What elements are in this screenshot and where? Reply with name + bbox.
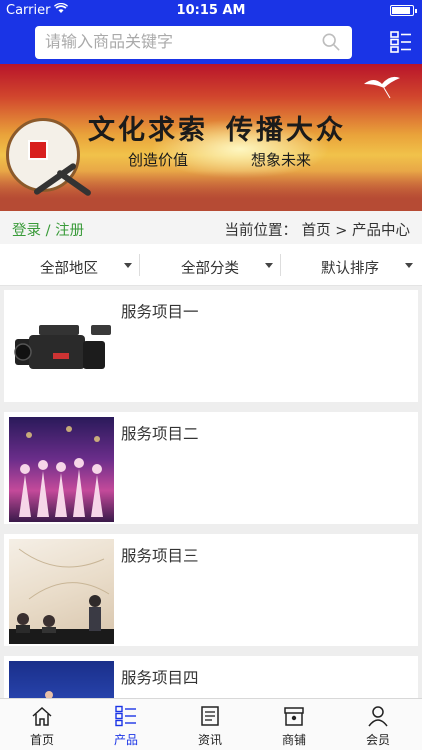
banner-subtitle-left: 创造价值 <box>128 151 189 169</box>
tab-label: 资讯 <box>197 733 222 747</box>
tab-label: 首页 <box>29 733 54 747</box>
product-name: 服务项目三 <box>121 547 199 565</box>
tab-news[interactable]: 资讯 <box>168 699 252 750</box>
list-item[interactable]: 服务项目二 <box>4 412 418 524</box>
list-icon <box>115 705 136 727</box>
status-bar: Carrier 10:15 AM <box>0 0 422 22</box>
top-header: Carrier 10:15 AM <box>0 0 422 64</box>
caret-down-icon <box>265 263 273 268</box>
list-item[interactable]: 服务项目一 <box>4 290 418 402</box>
product-name: 服务项目一 <box>121 303 199 321</box>
status-time: 10:15 AM <box>176 3 246 18</box>
battery-icon <box>390 5 417 16</box>
filter-label: 默认排序 <box>321 261 379 277</box>
list-item[interactable]: 服务项目四 <box>4 656 418 698</box>
breadcrumb: 当前位置： 首页 > 产品中心 <box>224 223 410 239</box>
news-icon <box>201 706 219 726</box>
product-name: 服务项目四 <box>121 669 199 687</box>
product-image-stage-presentation <box>9 661 114 698</box>
tab-stores[interactable]: 商铺 <box>252 699 336 750</box>
divider <box>139 254 140 276</box>
banner-title-right: 传播大众 <box>226 115 346 146</box>
store-icon <box>284 707 304 726</box>
tab-products[interactable]: 产品 <box>84 699 168 750</box>
list-menu-icon[interactable] <box>390 31 412 53</box>
auth-links: 登录 / 注册 <box>12 219 84 240</box>
filter-label: 全部地区 <box>40 261 98 277</box>
search-icon[interactable] <box>322 33 340 51</box>
divider <box>280 254 281 276</box>
filter-sort[interactable]: 默认排序 <box>282 244 422 286</box>
product-list[interactable]: 服务项目一 服务项目二 服务项目三 服务项目四 <box>4 290 418 698</box>
list-item[interactable]: 服务项目三 <box>4 534 418 646</box>
tab-member[interactable]: 会员 <box>336 699 420 750</box>
search-box[interactable] <box>35 26 352 59</box>
banner-subtitle-right: 想象未来 <box>251 151 312 169</box>
home-icon <box>32 706 52 726</box>
caret-down-icon <box>405 263 413 268</box>
tab-home[interactable]: 首页 <box>0 699 84 750</box>
breadcrumb-bar: 登录 / 注册 当前位置： 首页 > 产品中心 <box>0 211 422 244</box>
crane-bird-icon <box>364 76 400 99</box>
product-name: 服务项目二 <box>121 425 199 443</box>
seal-logo <box>28 140 48 160</box>
product-image-business-meeting <box>9 539 114 644</box>
filter-category[interactable]: 全部分类 <box>141 244 281 286</box>
tab-label: 商铺 <box>281 733 306 747</box>
product-image-dance-performance <box>9 417 114 522</box>
filter-label: 全部分类 <box>181 261 239 277</box>
auth-separator: / <box>45 223 51 239</box>
banner-title: 文化求索 传播大众 <box>88 108 418 147</box>
filter-region[interactable]: 全部地区 <box>0 244 140 286</box>
user-icon <box>368 706 388 727</box>
promo-banner[interactable]: 文化求索 传播大众 创造价值 想象未来 <box>0 64 422 211</box>
caret-down-icon <box>124 263 132 268</box>
search-input[interactable] <box>45 26 315 57</box>
product-image-video-camera <box>9 295 114 400</box>
login-link[interactable]: 登录 <box>12 223 41 239</box>
tab-label: 产品 <box>113 733 138 747</box>
bottom-tab-bar: 首页 产品 资讯 商铺 会员 <box>0 698 422 750</box>
banner-title-left: 文化求索 <box>88 115 208 146</box>
register-link[interactable]: 注册 <box>55 223 84 239</box>
filter-bar: 全部地区 全部分类 默认排序 <box>0 244 422 286</box>
tab-label: 会员 <box>365 733 390 747</box>
